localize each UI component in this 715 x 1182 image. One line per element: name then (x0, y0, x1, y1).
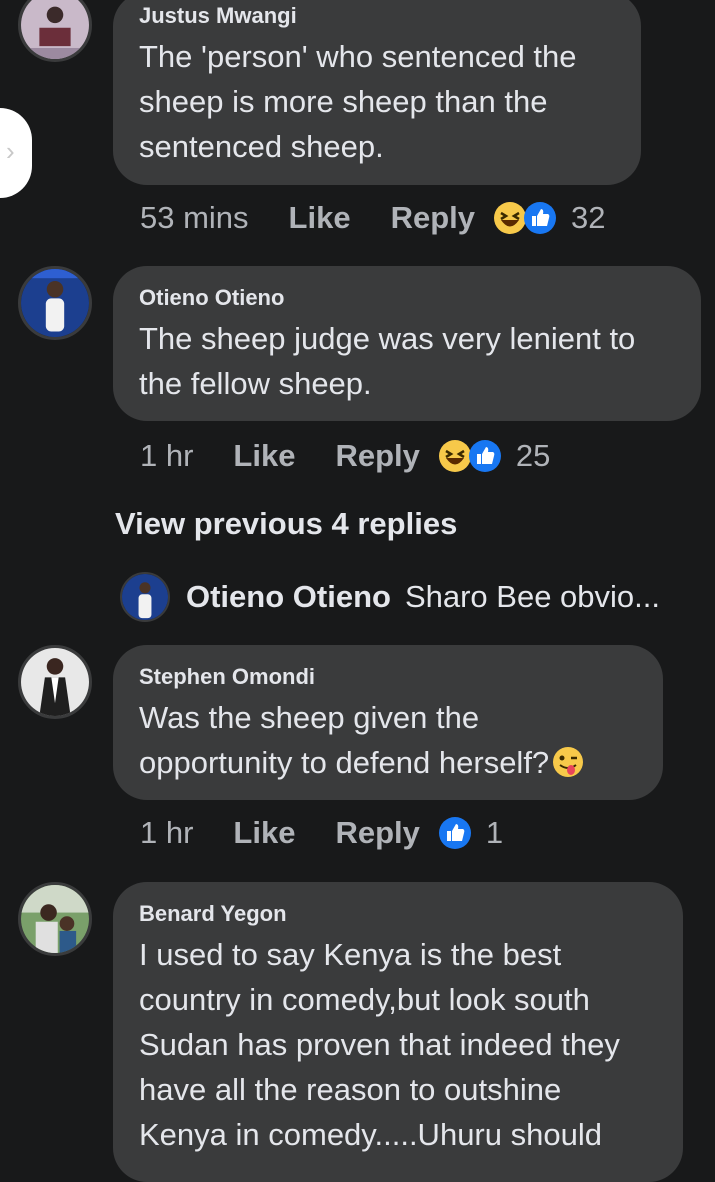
comment-actions: 53 mins Like Reply 32 (140, 200, 605, 236)
reply-snippet: Sharo Bee obvio... (404, 579, 660, 614)
comment-time[interactable]: 1 hr (140, 438, 193, 474)
reaction-count[interactable]: 25 (516, 438, 550, 474)
comment-bubble: Justus Mwangi The 'person' who sentenced… (113, 0, 641, 185)
comment-bubble: Benard Yegon I used to say Kenya is the … (113, 882, 683, 1182)
reactions-summary[interactable] (438, 439, 502, 473)
reaction-count[interactable]: 1 (486, 815, 503, 851)
avatar[interactable] (18, 0, 92, 62)
comment-text: I used to say Kenya is the best country … (139, 937, 620, 1152)
comment-time[interactable]: 53 mins (140, 200, 249, 236)
reply-author[interactable]: Otieno Otieno (186, 579, 391, 615)
chevron-right-icon: › (6, 136, 15, 166)
side-panel-handle[interactable]: › (0, 108, 32, 198)
avatar (120, 572, 170, 622)
comment-actions: 1 hr Like Reply 25 (140, 438, 550, 474)
comment-text: The 'person' who sentenced the sheep is … (139, 39, 577, 164)
comment-text-content: Was the sheep given the opportunity to d… (139, 700, 550, 780)
reply-preview[interactable]: Otieno Otieno Sharo Bee obvio... (120, 572, 660, 622)
reaction-count[interactable]: 32 (571, 200, 605, 236)
comment-author[interactable]: Benard Yegon (139, 900, 657, 928)
reply-button[interactable]: Reply (335, 438, 419, 474)
reply-button[interactable]: Reply (391, 200, 475, 236)
avatar[interactable] (18, 266, 92, 340)
haha-icon (494, 202, 526, 234)
comment-bubble: Otieno Otieno The sheep judge was very l… (113, 266, 701, 421)
winking-tongue-emoji-icon (553, 747, 584, 777)
comment-text: Was the sheep given the opportunity to d… (139, 695, 637, 785)
reactions-summary[interactable] (438, 816, 472, 850)
haha-icon (438, 440, 471, 472)
view-previous-replies-link[interactable]: View previous 4 replies (115, 506, 457, 542)
comment-bubble: Stephen Omondi Was the sheep given the o… (113, 645, 663, 800)
like-icon (524, 202, 556, 234)
comment-author[interactable]: Stephen Omondi (139, 663, 637, 691)
reactions-summary[interactable] (493, 201, 557, 235)
avatar[interactable] (18, 645, 92, 719)
comment-actions: 1 hr Like Reply 1 (140, 815, 503, 851)
like-icon (468, 440, 501, 472)
like-button[interactable]: Like (233, 438, 295, 474)
comment-time[interactable]: 1 hr (140, 815, 193, 851)
like-button[interactable]: Like (289, 200, 351, 236)
comment-text: The sheep judge was very lenient to the … (139, 321, 636, 401)
reply-button[interactable]: Reply (335, 815, 419, 851)
avatar[interactable] (18, 882, 92, 956)
like-icon (438, 817, 471, 849)
like-button[interactable]: Like (233, 815, 295, 851)
comment-author[interactable]: Justus Mwangi (139, 2, 615, 30)
comment-author[interactable]: Otieno Otieno (139, 284, 675, 312)
